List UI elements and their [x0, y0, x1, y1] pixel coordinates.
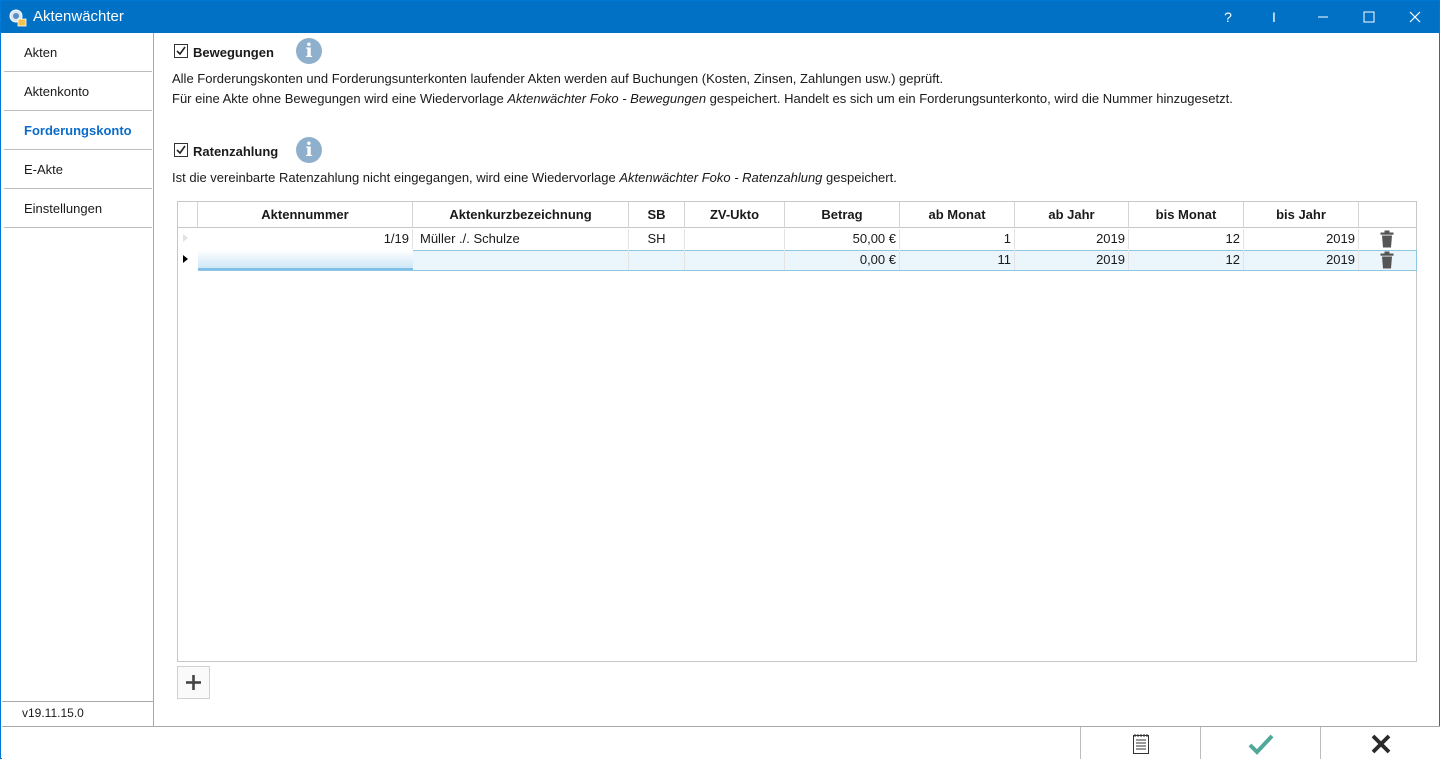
sidebar-item-forderungskonto[interactable]: Forderungskonto: [4, 112, 152, 150]
help-icon: ?: [1224, 9, 1232, 25]
cancel-button[interactable]: [1320, 727, 1440, 759]
text: gespeichert.: [822, 170, 897, 185]
ratenzahlung-label: Ratenzahlung: [193, 144, 279, 159]
cell-sb[interactable]: SH: [629, 229, 685, 249]
cell-aktenkurzbezeichnung[interactable]: [413, 250, 629, 270]
close-x-icon: [1371, 734, 1390, 753]
list-document-icon: [1132, 733, 1149, 754]
bewegungen-checkbox[interactable]: [174, 44, 188, 58]
version-label: v19.11.15.0: [22, 706, 84, 720]
text: gespeichert. Handelt es sich um ein Ford…: [706, 91, 1233, 106]
column-header-bis-monat[interactable]: bis Monat: [1129, 202, 1244, 228]
cell-betrag[interactable]: 0,00 €: [785, 250, 900, 270]
cursor-button[interactable]: I: [1251, 1, 1297, 33]
maximize-icon: [1363, 11, 1375, 23]
title-bar: Aktenwächter ? I: [1, 1, 1439, 33]
ratenzahlung-description: Ist die vereinbarte Ratenzahlung nicht e…: [172, 170, 897, 185]
sidebar-item-e-akte[interactable]: E-Akte: [4, 151, 152, 189]
bewegungen-description-1: Alle Forderungskonten und Forderungsunte…: [172, 71, 944, 86]
ratenzahlung-table: Aktennummer Aktenkurzbezeichnung SB ZV-U…: [177, 201, 1417, 662]
trash-icon[interactable]: [1380, 251, 1394, 269]
version-area: v19.11.15.0: [2, 701, 153, 727]
report-button[interactable]: [1080, 727, 1200, 759]
app-icon: [9, 9, 27, 27]
cell-ab-jahr[interactable]: 2019: [1015, 250, 1129, 270]
text-cursor-icon: I: [1272, 9, 1276, 25]
checkmark-icon: [176, 145, 186, 155]
text: Für eine Akte ohne Bewegungen wird eine …: [172, 91, 508, 106]
maximize-button[interactable]: [1346, 1, 1392, 33]
sidebar: Akten Aktenkonto Forderungskonto E-Akte …: [2, 33, 154, 727]
add-row-button[interactable]: [177, 666, 210, 699]
sidebar-item-akten[interactable]: Akten: [4, 34, 152, 72]
sidebar-item-aktenkonto[interactable]: Aktenkonto: [4, 73, 152, 111]
cell-aktennummer[interactable]: [198, 250, 413, 270]
checkmark-icon: [1248, 734, 1273, 755]
bottom-toolbar: [2, 726, 1440, 759]
bewegungen-label: Bewegungen: [193, 45, 274, 60]
cell-ab-jahr[interactable]: 2019: [1015, 229, 1129, 249]
close-icon: [1409, 11, 1421, 23]
text: Ist die vereinbarte Ratenzahlung nicht e…: [172, 170, 620, 185]
row-indicator: [183, 234, 188, 242]
column-header-ab-jahr[interactable]: ab Jahr: [1015, 202, 1129, 228]
window-title: Aktenwächter: [33, 8, 124, 25]
column-header-betrag[interactable]: Betrag: [785, 202, 900, 228]
column-header-sb[interactable]: SB: [629, 202, 685, 228]
aktenwaechter-window: Aktenwächter ? I Akten Aktenkonto Forder…: [0, 0, 1440, 759]
info-icon[interactable]: i: [296, 38, 322, 64]
cell-bis-monat[interactable]: 12: [1129, 250, 1244, 270]
cell-ab-monat[interactable]: 11: [900, 250, 1015, 270]
cell-bis-jahr[interactable]: 2019: [1244, 250, 1359, 270]
cell-zv-ukto[interactable]: [685, 250, 785, 270]
cell-bis-jahr[interactable]: 2019: [1244, 229, 1359, 249]
minimize-button[interactable]: [1300, 1, 1346, 33]
cell-aktenkurzbezeichnung[interactable]: Müller ./. Schulze: [413, 229, 629, 249]
current-row-indicator: [183, 255, 188, 263]
close-window-button[interactable]: [1392, 1, 1438, 33]
wiedervorlage-name: Aktenwächter Foko - Ratenzahlung: [619, 170, 823, 185]
trash-icon[interactable]: [1380, 230, 1394, 248]
ok-button[interactable]: [1200, 727, 1320, 759]
main-content: Bewegungen i Alle Forderungskonten und F…: [155, 33, 1439, 727]
checkmark-icon: [176, 46, 186, 56]
row-header-corner: [178, 202, 198, 228]
wiedervorlage-name: Aktenwächter Foko - Bewegungen: [507, 91, 707, 106]
column-header-zv-ukto[interactable]: ZV-Ukto: [685, 202, 785, 228]
column-header-actions: [1359, 202, 1416, 228]
minimize-icon: [1318, 16, 1328, 18]
column-header-bis-jahr[interactable]: bis Jahr: [1244, 202, 1359, 228]
column-header-ab-monat[interactable]: ab Monat: [900, 202, 1015, 228]
bewegungen-description-2: Für eine Akte ohne Bewegungen wird eine …: [172, 91, 1233, 106]
cell-betrag[interactable]: 50,00 €: [785, 229, 900, 249]
column-header-aktenkurzbezeichnung[interactable]: Aktenkurzbezeichnung: [413, 202, 629, 228]
info-icon[interactable]: i: [296, 137, 322, 163]
sidebar-item-einstellungen[interactable]: Einstellungen: [4, 190, 152, 228]
plus-icon: [186, 675, 201, 690]
cell-zv-ukto[interactable]: [685, 229, 785, 249]
column-header-aktennummer[interactable]: Aktennummer: [198, 202, 413, 228]
help-button[interactable]: ?: [1205, 1, 1251, 33]
cell-bis-monat[interactable]: 12: [1129, 229, 1244, 249]
cell-sb[interactable]: [629, 250, 685, 270]
cell-aktennummer[interactable]: 1/19: [198, 229, 413, 249]
cell-ab-monat[interactable]: 1: [900, 229, 1015, 249]
ratenzahlung-checkbox[interactable]: [174, 143, 188, 157]
